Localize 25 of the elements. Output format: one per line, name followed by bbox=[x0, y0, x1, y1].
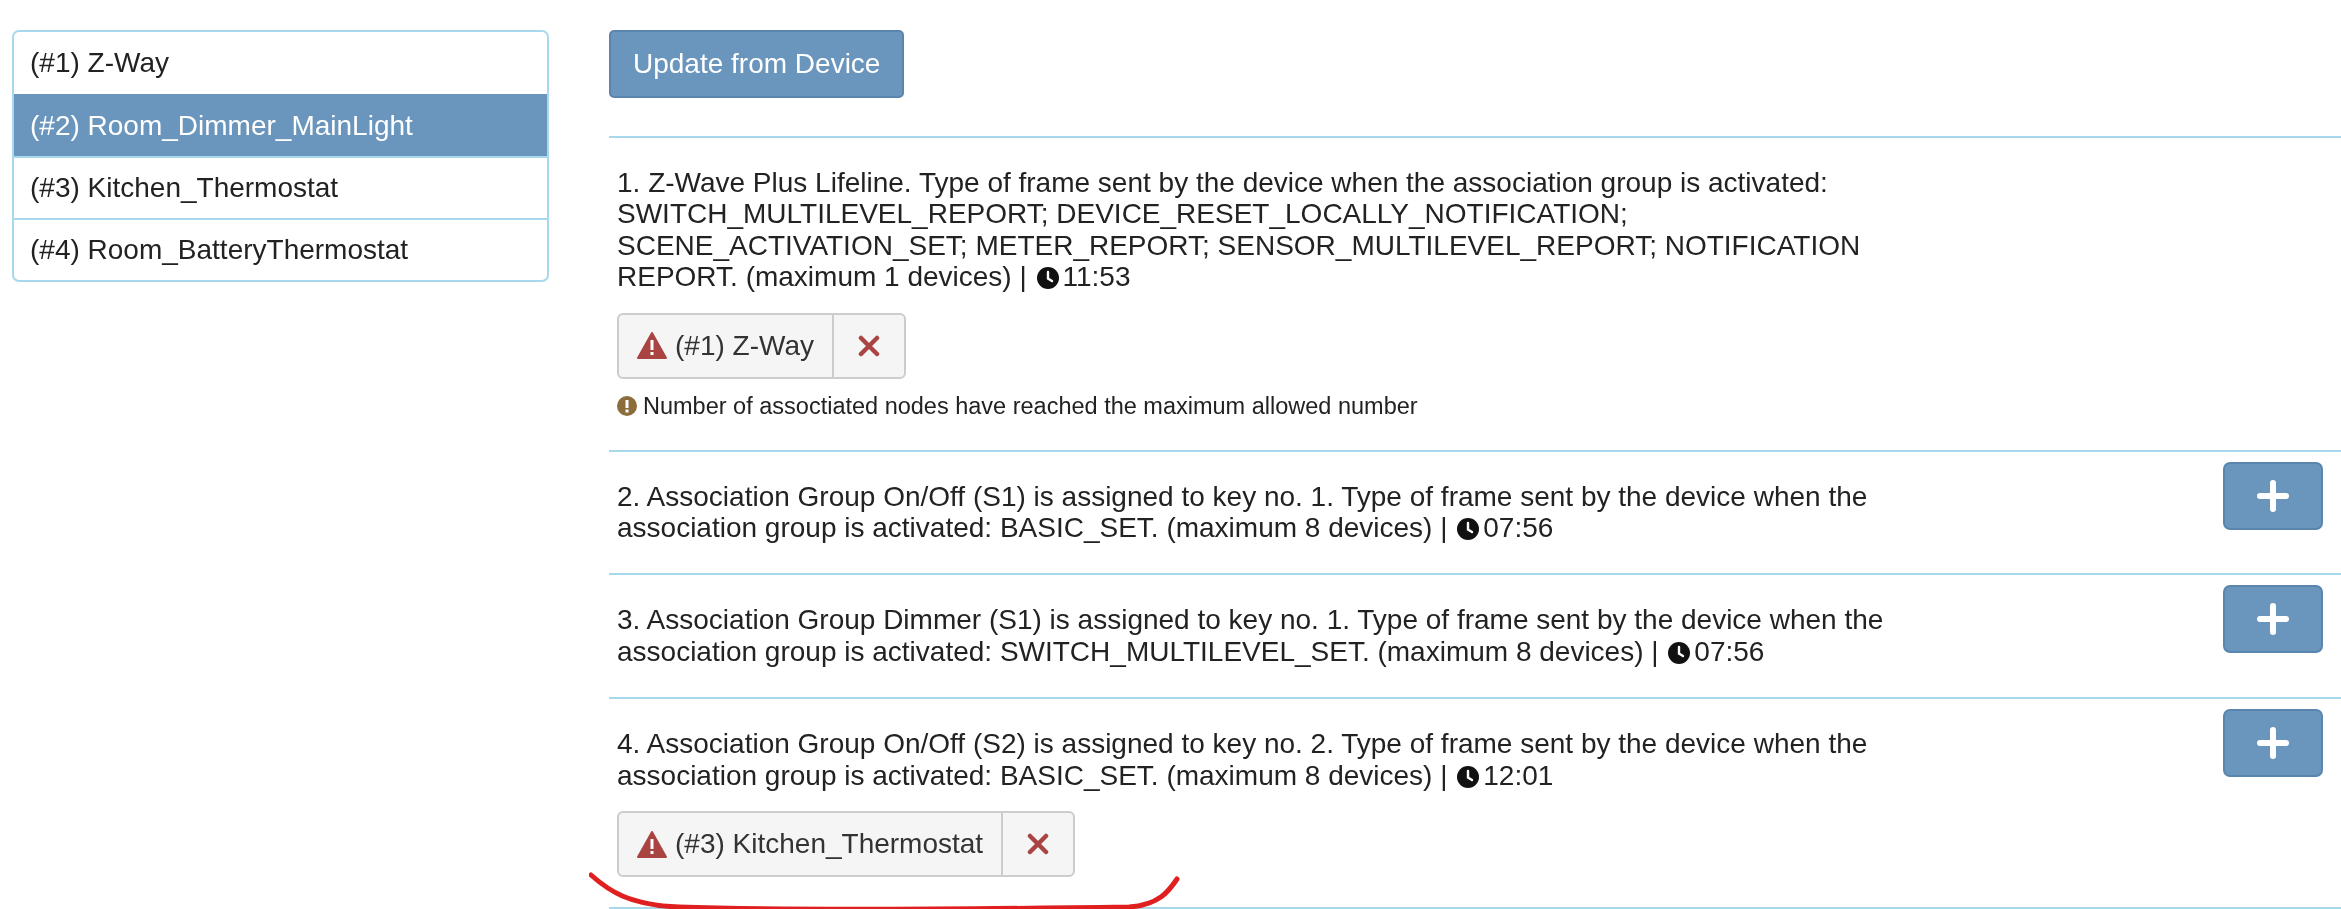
device-list-item[interactable]: (#3) Kitchen_Thermostat bbox=[14, 156, 547, 218]
plus-icon bbox=[2257, 727, 2289, 760]
clock-icon bbox=[1668, 641, 1691, 664]
clock-icon bbox=[1036, 267, 1059, 290]
association-group-description: 4. Association Group On/Off (S2) is assigned to key no. 2. Type of frame sent by the device when the association group is activated: BASIC_SET. (maximum 8 devices) | 12:01 bbox=[617, 728, 1869, 792]
add-button[interactable] bbox=[2223, 709, 2323, 778]
add-button[interactable] bbox=[2223, 585, 2323, 654]
plus-icon bbox=[2257, 603, 2289, 636]
device-list-item[interactable]: (#1) Z-Way bbox=[14, 32, 547, 94]
association-group-description: 1. Z-Wave Plus Lifeline. Type of frame sent by the device when the association group is activated: SWITCH_MULTILEVEL_REPORT; DEVICE_RESET_LOCALLY_NOTIFICATION; SCENE_ACTIVATION_SET; METER_REPORT; SENSOR_MULTILEVEL_REPORT; NOTIFICATION REPORT. (maximum 1 devices) | 11:53 bbox=[617, 167, 1862, 293]
warning-icon bbox=[637, 332, 667, 360]
clock-icon bbox=[1457, 518, 1480, 541]
notice-text: Number of assoctiated nodes have reached the maximum allowed number bbox=[643, 392, 1418, 420]
close-icon bbox=[1027, 833, 1050, 856]
warning-icon bbox=[637, 830, 667, 858]
add-button[interactable] bbox=[2223, 461, 2323, 530]
node-button[interactable]: (#1) Z-Way bbox=[619, 314, 834, 377]
close-icon bbox=[857, 334, 880, 357]
exclamation-icon bbox=[617, 396, 637, 417]
device-list-item[interactable]: (#4) Room_BatteryThermostat bbox=[14, 218, 547, 280]
plus-icon bbox=[2257, 479, 2289, 512]
clock-icon bbox=[1457, 765, 1480, 788]
node-button[interactable]: (#3) Kitchen_Thermostat bbox=[619, 813, 1004, 876]
association-group-description: 2. Association Group On/Off (S1) is assigned to key no. 1. Type of frame sent by the device when the association group is activated: BASIC_SET. (maximum 8 devices) | 07:56 bbox=[617, 480, 1869, 544]
association-group-description: 3. Association Group Dimmer (S1) is assigned to key no. 1. Type of frame sent by the device when the association group is activated: SWITCH_MULTILEVEL_SET. (maximum 8 devices) | 07:56 bbox=[617, 604, 1885, 668]
